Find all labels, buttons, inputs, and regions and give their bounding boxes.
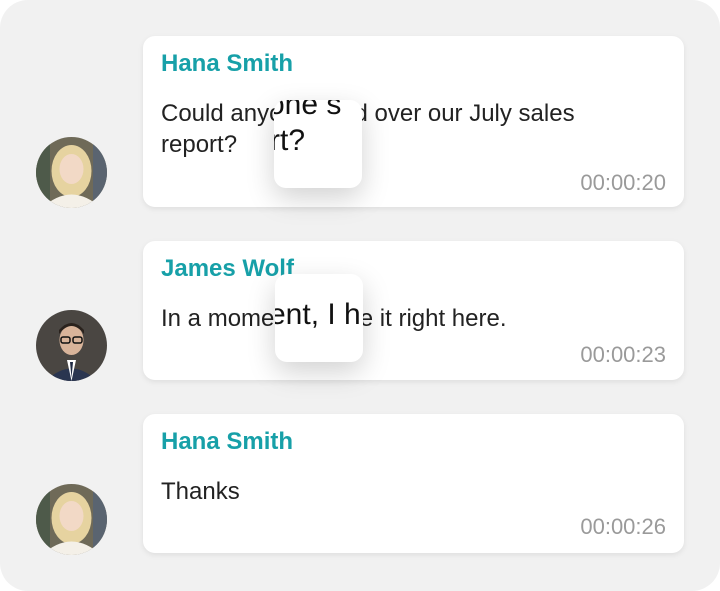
female-avatar-icon (36, 484, 107, 555)
message-text: Thanks (161, 478, 240, 505)
magnifier-loupe: one s rt? (274, 100, 362, 188)
avatar[interactable] (36, 137, 107, 208)
loupe-text: rt? (274, 124, 306, 157)
male-avatar-icon (36, 310, 107, 381)
sender-name: Hana Smith (161, 50, 294, 77)
sender-name: Hana Smith (161, 428, 294, 455)
magnifier-loupe: ent, I h (275, 274, 363, 362)
chat-panel: Hana Smith Could anyone send over our Ju… (0, 0, 720, 591)
avatar[interactable] (36, 484, 107, 555)
message-text: Could anyone send over our July sales re… (161, 100, 575, 158)
loupe-text: one s (274, 100, 342, 121)
message-text: In a moment, I have it right here. (161, 305, 507, 332)
message-bubble: James Wolf In a moment, I have it right … (143, 241, 684, 380)
message-timestamp: 00:00:23 (580, 342, 666, 367)
message-bubble: Hana Smith Thanks 00:00:26 (143, 414, 684, 553)
message-timestamp: 00:00:26 (580, 514, 666, 539)
female-avatar-icon (36, 137, 107, 208)
loupe-text: ent, I h (275, 298, 361, 331)
avatar[interactable] (36, 310, 107, 381)
message-bubble: Hana Smith Could anyone send over our Ju… (143, 36, 684, 207)
sender-name: James Wolf (161, 255, 294, 282)
message-timestamp: 00:00:20 (580, 170, 666, 195)
